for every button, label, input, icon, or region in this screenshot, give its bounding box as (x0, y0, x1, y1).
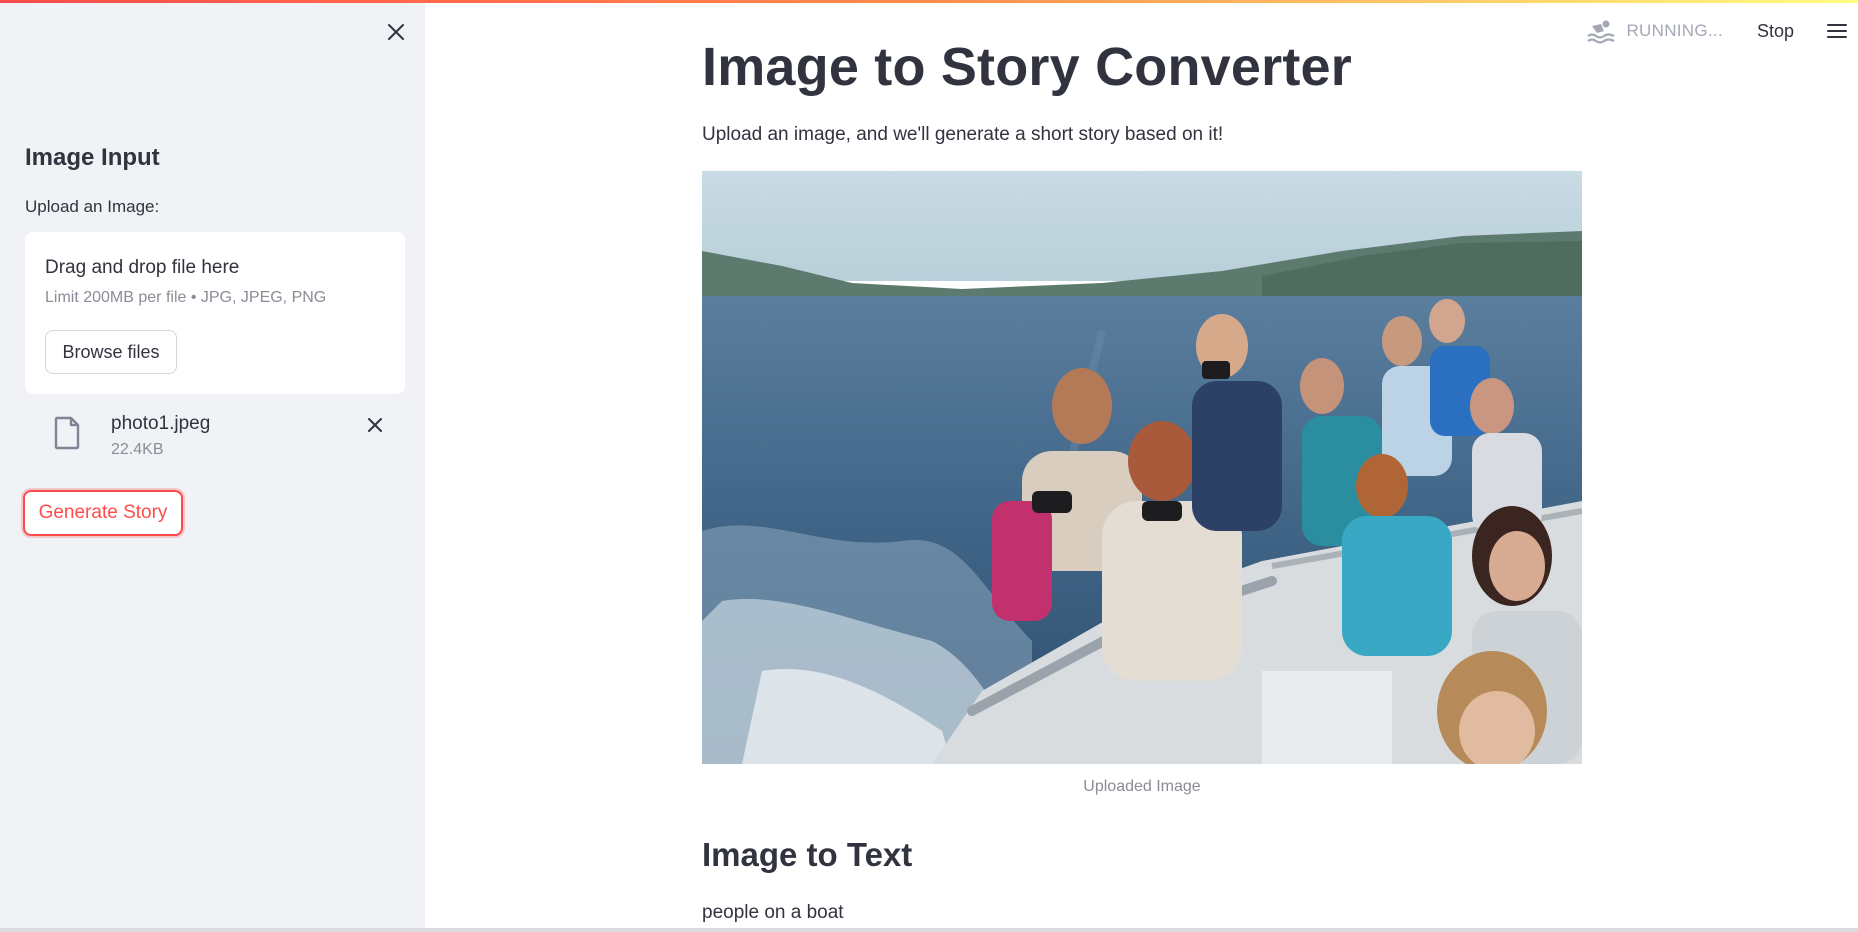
main-content: Image to Story Converter Upload an image… (425, 0, 1858, 932)
running-status: RUNNING... (1586, 18, 1723, 44)
main-menu-button[interactable] (1824, 19, 1850, 43)
header-toolbar: RUNNING... Stop (1586, 14, 1858, 48)
top-decoration-bar (0, 0, 1858, 3)
stop-button[interactable]: Stop (1757, 21, 1794, 42)
file-name: photo1.jpeg (111, 413, 211, 434)
dropzone-limit: Limit 200MB per file • JPG, JPEG, PNG (45, 289, 327, 306)
intro-text: Upload an image, and we'll generate a sh… (702, 124, 1224, 145)
app: Image Input Upload an Image: Drag and dr… (0, 0, 1858, 932)
browse-files-button[interactable]: Browse files (45, 330, 177, 374)
window-bottom-border (0, 928, 1858, 932)
file-size: 22.4KB (111, 441, 164, 458)
section-title: Image to Text (702, 836, 913, 873)
uploaded-image (702, 171, 1582, 764)
upload-label: Upload an Image: (25, 197, 160, 216)
running-status-text: RUNNING... (1626, 21, 1723, 40)
dropzone-title: Drag and drop file here (45, 257, 240, 278)
file-dropzone[interactable]: Drag and drop file here Limit 200MB per … (25, 232, 405, 394)
swimmer-icon (1587, 20, 1615, 44)
file-icon (54, 416, 80, 450)
page-title: Image to Story Converter (702, 37, 1352, 97)
hamburger-menu-icon (1827, 24, 1847, 38)
close-icon (388, 24, 404, 40)
image-caption: Uploaded Image (1083, 778, 1201, 795)
caption-result: people on a boat (702, 902, 844, 923)
sidebar: Image Input Upload an Image: Drag and dr… (0, 0, 425, 932)
remove-file-button[interactable] (361, 411, 389, 439)
sidebar-title: Image Input (25, 144, 160, 171)
close-icon (368, 418, 382, 432)
generate-story-button[interactable]: Generate Story (23, 490, 183, 536)
uploaded-file-item: photo1.jpeg 22.4KB (25, 405, 405, 465)
sidebar-close-button[interactable] (382, 18, 410, 46)
